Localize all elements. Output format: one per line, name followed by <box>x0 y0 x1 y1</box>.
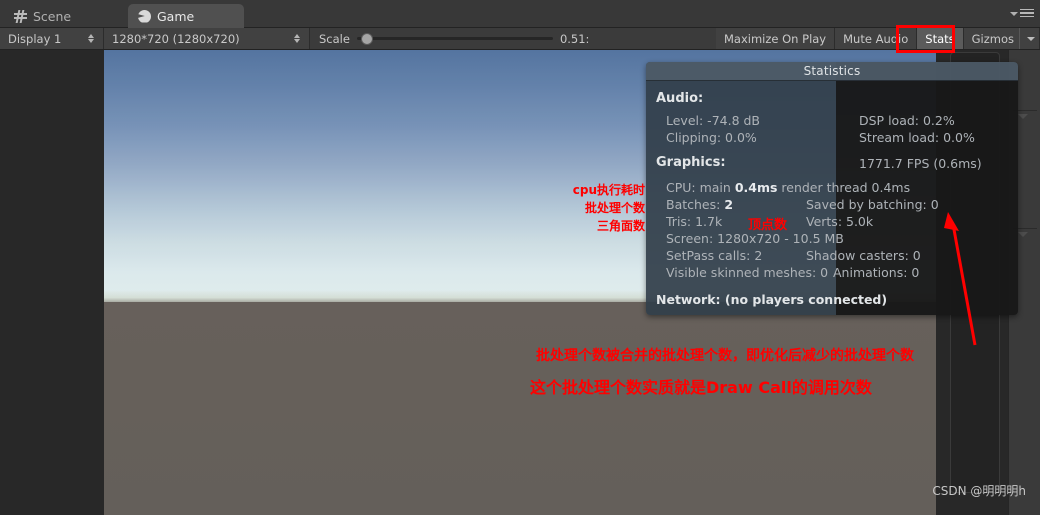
stats-label: Stats <box>925 31 955 46</box>
annotation-batch-count: 批处理个数 <box>584 201 645 215</box>
scale-label: Scale <box>319 31 350 46</box>
maximize-on-play-button[interactable]: Maximize On Play <box>716 28 836 49</box>
unity-editor-window: Scene Game Display 1 1280*720 (1280x720)… <box>0 0 1040 515</box>
statistics-panel-body: Audio: Level: -74.8 dB DSP load: 0.2% Cl… <box>646 81 1018 315</box>
annotation-bottom-line-1: 批处理个数被合并的批处理个数，即优化后减少的批处理个数 <box>536 348 914 364</box>
audio-clipping-row: Clipping: 0.0% <box>666 130 757 145</box>
scale-value: 0.51: <box>559 31 590 46</box>
audio-dsp-load-row: DSP load: 0.2% <box>859 113 955 128</box>
tab-game-label: Game <box>157 8 195 24</box>
updown-arrows-icon <box>87 33 95 45</box>
scale-slider[interactable] <box>356 32 553 45</box>
cpu-main-value: 0.4ms <box>734 180 778 195</box>
batches-value: 2 <box>724 197 734 212</box>
graphics-setpass-calls: SetPass calls: 2 <box>666 248 763 263</box>
graphics-tris: Tris: 1.7k <box>666 214 723 229</box>
mute-audio-label: Mute Audio <box>843 31 909 46</box>
graphics-fps: 1771.7 FPS (0.6ms) <box>859 156 982 171</box>
annotation-bottom-line-2: 这个批处理个数实质就是Draw Call的调用次数 <box>530 378 872 397</box>
statistics-panel-title: Statistics <box>646 62 1018 81</box>
tab-game[interactable]: Game <box>128 4 244 28</box>
csdn-watermark: CSDN @明明明h <box>932 484 1026 498</box>
scale-slider-knob[interactable] <box>360 32 373 45</box>
toolbar-spacer <box>600 28 716 49</box>
audio-stream-load-row: Stream load: 0.0% <box>859 130 975 145</box>
graphics-verts: Verts: 5.0k <box>806 214 874 229</box>
resolution-dropdown-label: 1280*720 (1280x720) <box>112 31 240 46</box>
display-dropdown-label: Display 1 <box>8 31 62 46</box>
chevron-down-icon[interactable] <box>1018 232 1028 237</box>
game-view-toolbar: Display 1 1280*720 (1280x720) Scale 0.51… <box>0 28 1040 50</box>
annotation-triangle-count: 三角面数 <box>596 219 645 233</box>
toolbar-right-group: Maximize On Play Mute Audio Stats Gizmos <box>716 28 1040 49</box>
resolution-dropdown[interactable]: 1280*720 (1280x720) <box>104 28 310 49</box>
graphics-animations: Animations: 0 <box>833 265 920 280</box>
network-section-row: Network: (no players connected) <box>656 292 888 307</box>
graphics-cpu-row: CPU: main 0.4ms render thread 0.4ms <box>666 180 910 195</box>
menu-lines-icon <box>1020 8 1034 20</box>
scale-slider-track <box>356 37 553 40</box>
cpu-label: CPU: main <box>666 180 735 195</box>
statistics-panel: Statistics Audio: Level: -74.8 dB DSP lo… <box>646 62 1018 315</box>
mute-audio-button[interactable]: Mute Audio <box>835 28 918 49</box>
display-dropdown[interactable]: Display 1 <box>0 28 104 49</box>
chevron-down-icon[interactable] <box>1018 114 1028 119</box>
maximize-on-play-label: Maximize On Play <box>724 31 827 46</box>
graphics-screen: Screen: 1280x720 - 10.5 MB <box>666 231 844 246</box>
annotation-vertex-count: 顶点数 <box>748 218 788 233</box>
updown-arrows-icon <box>293 33 301 45</box>
tab-scene-label: Scene <box>33 8 72 24</box>
cpu-render-thread: render thread 0.4ms <box>777 180 911 195</box>
scale-control[interactable]: Scale 0.51: <box>310 28 601 49</box>
graphics-skinned-meshes: Visible skinned meshes: 0 <box>666 265 829 280</box>
gizmos-button[interactable]: Gizmos <box>963 28 1040 49</box>
stats-button[interactable]: Stats <box>917 28 964 49</box>
gizmos-dropdown-toggle[interactable] <box>1019 28 1035 49</box>
gamepad-icon <box>138 10 151 23</box>
batches-label: Batches: <box>666 197 725 212</box>
annotation-cpu-time: cpu执行耗时 <box>572 183 645 197</box>
hamburger-menu-icon[interactable] <box>1010 8 1034 20</box>
chevron-down-icon <box>1027 36 1035 41</box>
tab-scene[interactable]: Scene <box>4 4 85 28</box>
graphics-batches-row: Batches: 2 <box>666 197 733 212</box>
editor-tab-bar: Scene Game <box>0 0 1040 28</box>
grid-icon <box>14 10 27 23</box>
chevron-down-icon <box>1010 12 1018 16</box>
graphics-saved-by-batching: Saved by batching: 0 <box>806 197 939 212</box>
graphics-section-header: Graphics: <box>656 155 726 170</box>
audio-section-header: Audio: <box>656 91 704 106</box>
graphics-shadow-casters: Shadow casters: 0 <box>806 248 921 263</box>
gizmos-label: Gizmos <box>971 31 1014 46</box>
audio-level-row: Level: -74.8 dB <box>666 113 761 128</box>
